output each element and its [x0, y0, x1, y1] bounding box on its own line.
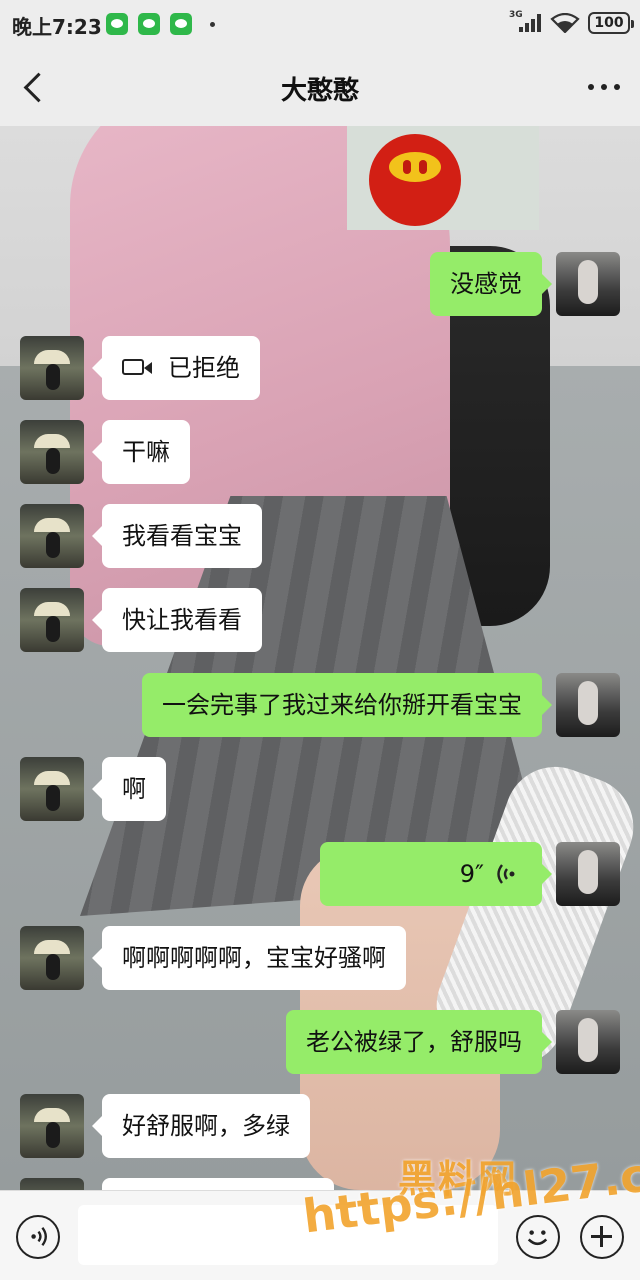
message-bubble[interactable]: 啊 — [92, 757, 166, 821]
status-bar: 晚上7:23 3G 100 — [0, 0, 640, 48]
message-bubble[interactable]: 一会完事了我过来给你掰开看宝宝 — [142, 673, 552, 737]
message-bubble[interactable]: 老公被绿了，舒服吗 — [286, 1010, 552, 1074]
sticker-message[interactable] — [347, 126, 539, 230]
emoji-icon[interactable] — [516, 1215, 560, 1259]
avatar[interactable] — [556, 673, 620, 737]
message-bubble-partial[interactable] — [102, 1178, 334, 1190]
message-bubble[interactable]: 快让我看看 — [92, 588, 262, 652]
message-text: 已拒绝 — [168, 354, 240, 382]
message-bubble[interactable]: 我看看宝宝 — [92, 504, 262, 568]
pig-sticker-face — [389, 152, 441, 182]
voice-wave-icon — [497, 864, 515, 884]
wifi-icon — [550, 13, 580, 33]
avatar[interactable] — [20, 420, 84, 484]
message-bubble[interactable]: 干嘛 — [92, 420, 190, 484]
signal-icon — [519, 14, 543, 32]
message-bubble[interactable]: 啊啊啊啊啊，宝宝好骚啊 — [92, 926, 406, 990]
avatar[interactable] — [556, 842, 620, 906]
avatar[interactable] — [20, 588, 84, 652]
voice-message[interactable]: 9″ — [320, 842, 552, 906]
avatar[interactable] — [20, 1178, 84, 1190]
chat-header: 大憨憨 — [0, 48, 640, 126]
avatar[interactable] — [556, 1010, 620, 1074]
avatar[interactable] — [20, 504, 84, 568]
avatar[interactable] — [20, 336, 84, 400]
wechat-icon — [138, 13, 160, 35]
chat-area[interactable]: 没感觉 已拒绝 干嘛 我看看宝宝 快让我看看 一会完事了我过来给你掰开看宝宝 啊… — [0, 126, 640, 1190]
avatar[interactable] — [20, 1094, 84, 1158]
status-time: 晚上7:23 — [12, 15, 102, 39]
avatar[interactable] — [20, 926, 84, 990]
battery-icon: 100 — [588, 12, 634, 34]
voice-duration: 9″ — [459, 860, 484, 888]
avatar[interactable] — [556, 252, 620, 316]
message-bubble[interactable]: 好舒服啊，多绿 — [92, 1094, 310, 1158]
app-notification-icon — [106, 13, 128, 35]
plus-icon[interactable] — [580, 1215, 624, 1259]
video-call-message[interactable]: 已拒绝 — [92, 336, 260, 400]
message-bubble[interactable]: 没感觉 — [430, 252, 552, 316]
avatar[interactable] — [20, 757, 84, 821]
video-call-icon — [122, 359, 152, 375]
more-dots-icon[interactable] — [584, 74, 624, 100]
wechat-icon — [170, 13, 192, 35]
chat-title: 大憨憨 — [280, 76, 359, 106]
voice-input-icon[interactable] — [16, 1215, 60, 1259]
dot-icon — [210, 22, 215, 27]
